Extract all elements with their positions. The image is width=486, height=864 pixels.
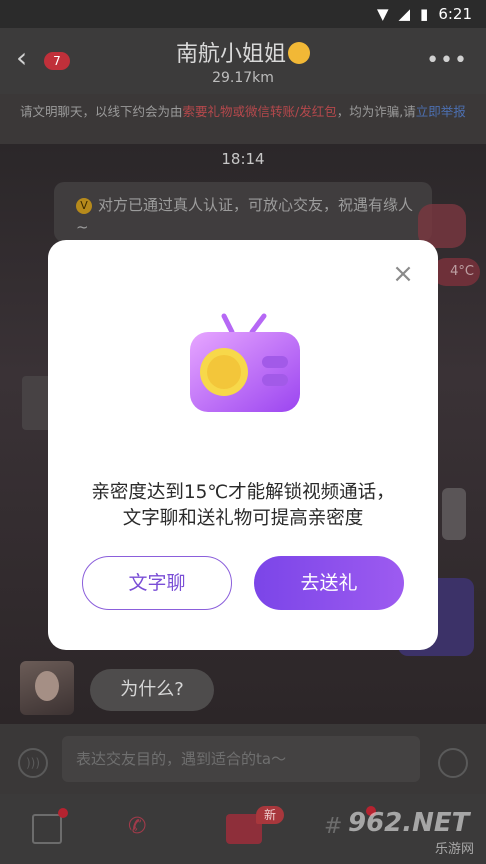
unlock-video-dialog: × 亲密度达到15℃才能解锁视频通话， 文字聊和送礼物可提高亲密度 文字聊 去送…: [48, 240, 438, 650]
dialog-message: 亲密度达到15℃才能解锁视频通话， 文字聊和送礼物可提高亲密度: [48, 480, 438, 532]
text-chat-button[interactable]: 文字聊: [82, 556, 232, 610]
dialog-line-2: 文字聊和送礼物可提高亲密度: [122, 508, 364, 529]
radio-icon: [190, 313, 300, 412]
send-gift-button[interactable]: 去送礼: [254, 556, 404, 610]
close-icon[interactable]: ×: [390, 261, 416, 288]
dialog-line-1: 亲密度达到15℃才能解锁视频通话，: [91, 482, 395, 503]
